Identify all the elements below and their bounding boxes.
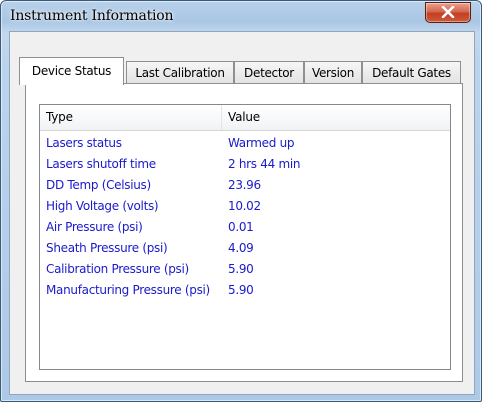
close-icon: [441, 6, 455, 18]
tab-device-status[interactable]: Device Status: [19, 57, 124, 85]
value-cell: 5.90: [228, 262, 254, 276]
list-item[interactable]: Air Pressure (psi) 0.01: [40, 219, 450, 238]
type-cell: Lasers shutoff time: [46, 157, 156, 171]
list-item[interactable]: High Voltage (volts) 10.02: [40, 198, 450, 217]
type-cell: High Voltage (volts): [46, 199, 159, 213]
type-cell: Sheath Pressure (psi): [46, 241, 168, 255]
list-item[interactable]: Lasers shutoff time 2 hrs 44 min: [40, 156, 450, 175]
value-cell: 23.96: [228, 178, 261, 192]
tab-last-calibration[interactable]: Last Calibration: [126, 61, 234, 83]
column-header-type[interactable]: Type: [40, 105, 222, 130]
list-item[interactable]: DD Temp (Celsius) 23.96: [40, 177, 450, 196]
type-cell: Lasers status: [46, 136, 122, 150]
list-header: Type Value: [40, 105, 450, 131]
list-item[interactable]: Manufacturing Pressure (psi) 5.90: [40, 282, 450, 301]
close-button[interactable]: [425, 2, 471, 23]
type-cell: Manufacturing Pressure (psi): [46, 283, 210, 297]
list-item[interactable]: Lasers status Warmed up: [40, 135, 450, 154]
list-item[interactable]: Sheath Pressure (psi) 4.09: [40, 240, 450, 259]
device-status-panel: Type Value Lasers status Warmed up Laser…: [25, 83, 463, 382]
tab-version[interactable]: Version: [304, 61, 362, 83]
column-header-value[interactable]: Value: [222, 105, 450, 130]
window-title: Instrument Information: [10, 8, 174, 24]
value-cell: 5.90: [228, 283, 254, 297]
type-cell: Calibration Pressure (psi): [46, 262, 189, 276]
title-bar[interactable]: Instrument Information: [1, 1, 481, 31]
tab-detector[interactable]: Detector: [234, 61, 304, 83]
device-status-list[interactable]: Type Value Lasers status Warmed up Laser…: [39, 104, 451, 370]
value-cell: 2 hrs 44 min: [228, 157, 301, 171]
list-item[interactable]: Calibration Pressure (psi) 5.90: [40, 261, 450, 280]
type-cell: Air Pressure (psi): [46, 220, 143, 234]
instrument-information-window: Instrument Information Device Status Las…: [0, 0, 482, 402]
tab-default-gates[interactable]: Default Gates: [362, 61, 461, 83]
value-cell: Warmed up: [228, 136, 295, 150]
value-cell: 4.09: [228, 241, 254, 255]
value-cell: 10.02: [228, 199, 261, 213]
type-cell: DD Temp (Celsius): [46, 178, 151, 192]
value-cell: 0.01: [228, 220, 254, 234]
